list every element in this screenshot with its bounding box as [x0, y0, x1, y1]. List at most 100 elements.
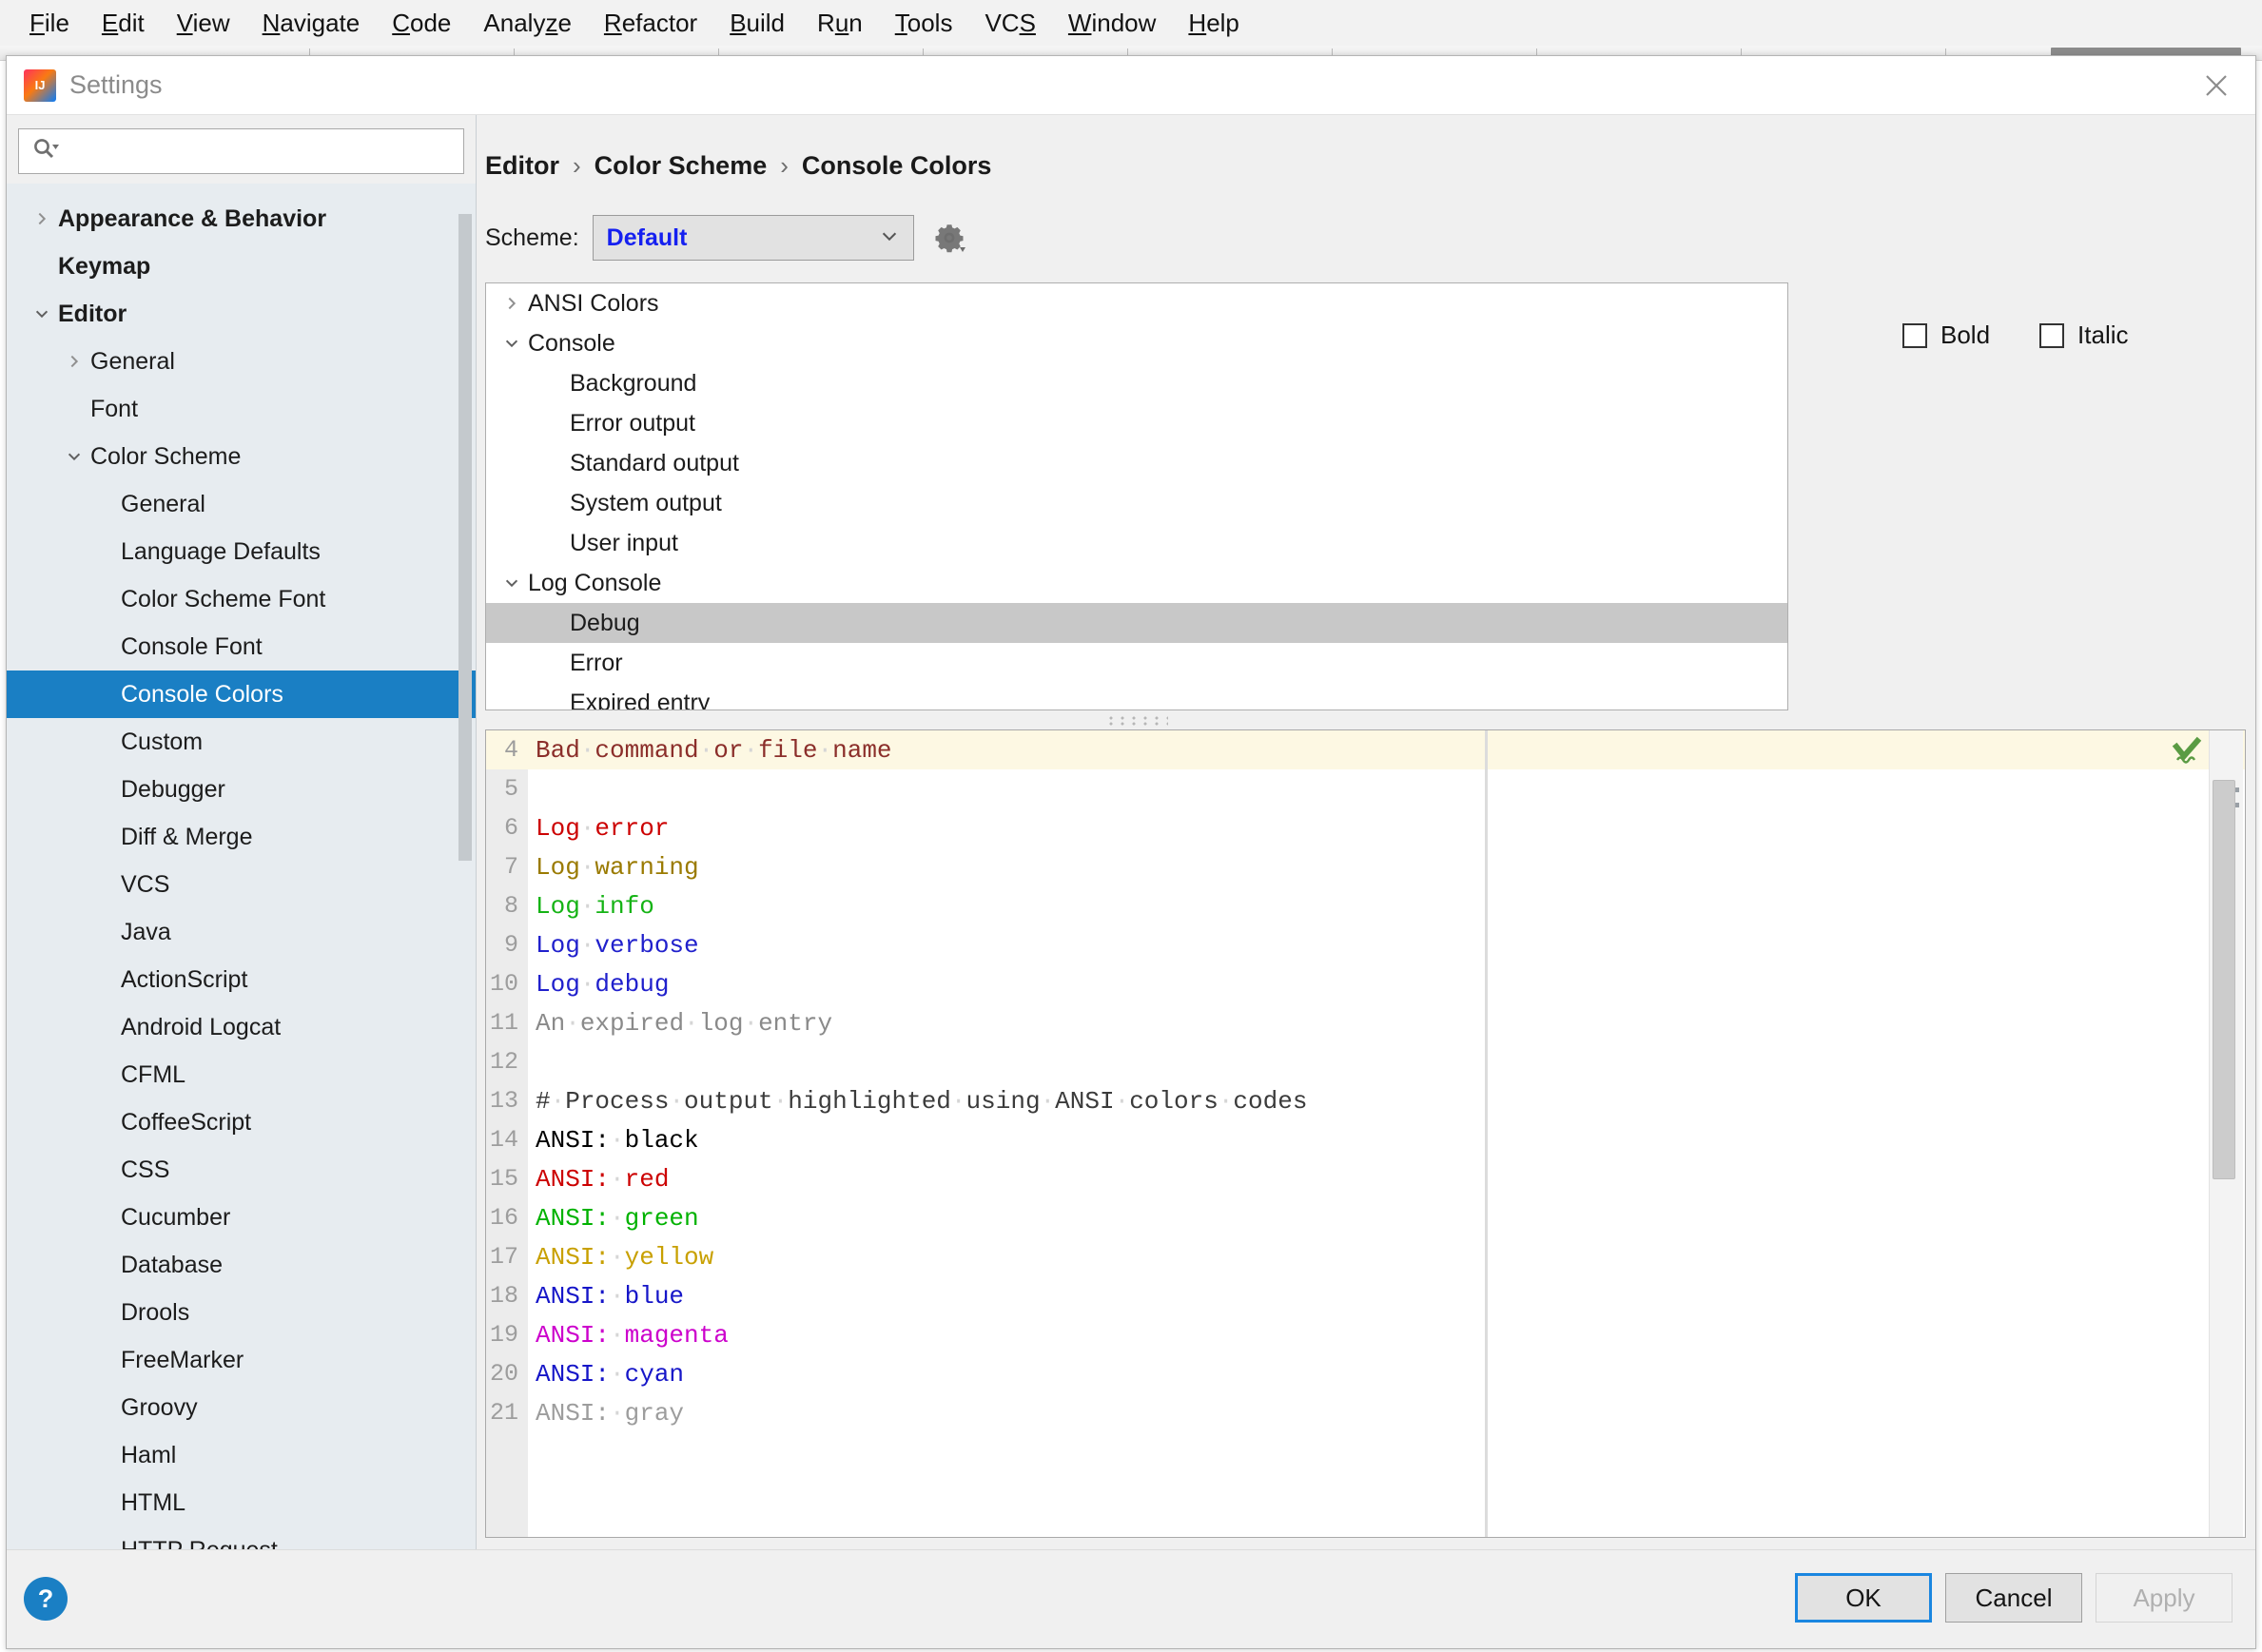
- apply-button[interactable]: Apply: [2096, 1573, 2233, 1623]
- sidebar-item-label: Color Scheme Font: [121, 585, 326, 612]
- line-number: 9: [503, 931, 518, 959]
- sidebar-item-cucumber[interactable]: Cucumber: [7, 1194, 476, 1241]
- menu-item-run[interactable]: Run: [801, 0, 879, 46]
- help-button[interactable]: ?: [24, 1577, 68, 1621]
- sidebar-item-groovy[interactable]: Groovy: [7, 1384, 476, 1431]
- color-tree-item-debug[interactable]: Debug: [486, 603, 1787, 643]
- chevron-down-icon[interactable]: [26, 305, 58, 322]
- chevron-right-icon[interactable]: [58, 353, 90, 370]
- code-line: 20 ANSI:·cyan: [486, 1354, 2245, 1393]
- chevron-right-icon[interactable]: [26, 210, 58, 227]
- code-text: #·Process·output·highlighted·using·ANSI·…: [536, 1086, 1308, 1116]
- sidebar-item-label: Custom: [121, 728, 204, 755]
- sidebar-item-cfml[interactable]: CFML: [7, 1051, 476, 1098]
- sidebar-item-actionscript[interactable]: ActionScript: [7, 956, 476, 1003]
- line-number: 12: [489, 1048, 518, 1076]
- sidebar-item-language-defaults[interactable]: Language Defaults: [7, 528, 476, 575]
- color-tree-item-label: System output: [570, 489, 722, 516]
- color-tree-item-user-input[interactable]: User input: [486, 523, 1787, 563]
- gear-icon[interactable]: [927, 216, 971, 260]
- color-tree-item-standard-output[interactable]: Standard output: [486, 443, 1787, 483]
- color-tree-item-error-output[interactable]: Error output: [486, 403, 1787, 443]
- sidebar-item-diff-merge[interactable]: Diff & Merge: [7, 813, 476, 861]
- sidebar-item-android-logcat[interactable]: Android Logcat: [7, 1003, 476, 1051]
- inspection-ok-icon[interactable]: [2171, 734, 2203, 767]
- close-icon[interactable]: [2194, 64, 2238, 107]
- menu-item-edit[interactable]: Edit: [86, 0, 161, 46]
- code-text: Log·error: [536, 813, 670, 843]
- chevron-down-icon[interactable]: [496, 574, 528, 592]
- sidebar-item-label: Database: [121, 1251, 224, 1278]
- sidebar-item-debugger[interactable]: Debugger: [7, 766, 476, 813]
- sidebar-item-custom[interactable]: Custom: [7, 718, 476, 766]
- sidebar-item-console-colors[interactable]: Console Colors: [7, 671, 476, 718]
- sidebar-item-color-scheme-font[interactable]: Color Scheme Font: [7, 575, 476, 623]
- chevron-down-icon[interactable]: [58, 448, 90, 465]
- editor-vertical-scrollbar[interactable]: [2213, 780, 2235, 1179]
- code-text: ANSI:·black: [536, 1125, 699, 1155]
- line-number: 20: [489, 1360, 518, 1388]
- chevron-right-icon[interactable]: [496, 295, 528, 312]
- sidebar-item-html[interactable]: HTML: [7, 1479, 476, 1526]
- bold-checkbox[interactable]: Bold: [1902, 321, 1990, 350]
- sidebar-item-vcs[interactable]: VCS: [7, 861, 476, 908]
- breadcrumb-part[interactable]: Editor: [485, 151, 559, 181]
- code-line: 4 Bad·command·or·file·name: [486, 730, 2245, 769]
- breadcrumb-part[interactable]: Console Colors: [802, 151, 992, 181]
- editor-code-area[interactable]: 4 Bad·command·or·file·name 5 6 Log·error 7 Log…: [486, 730, 2245, 1537]
- sidebar-item-color-scheme[interactable]: Color Scheme: [7, 433, 476, 480]
- ok-button[interactable]: OK: [1795, 1573, 1932, 1623]
- menu-item-vcs[interactable]: VCS: [968, 0, 1051, 46]
- code-line: 15 ANSI:·red: [486, 1159, 2245, 1198]
- cancel-button[interactable]: Cancel: [1945, 1573, 2082, 1623]
- color-tree-item-system-output[interactable]: System output: [486, 483, 1787, 523]
- sidebar-item-console-font[interactable]: Console Font: [7, 623, 476, 671]
- sidebar-item-database[interactable]: Database: [7, 1241, 476, 1289]
- sidebar-item-editor[interactable]: Editor: [7, 290, 476, 338]
- sidebar-item-label: Language Defaults: [121, 537, 321, 565]
- breadcrumb-part[interactable]: Color Scheme: [595, 151, 768, 181]
- color-tree-item-error[interactable]: Error: [486, 643, 1787, 683]
- search-input[interactable]: [59, 137, 463, 165]
- preview-vertical-divider: [1485, 730, 1488, 1537]
- color-tree-item-ansi-colors[interactable]: ANSI Colors: [486, 283, 1787, 323]
- chevron-down-icon[interactable]: [496, 335, 528, 352]
- code-line: 18 ANSI:·blue: [486, 1276, 2245, 1315]
- italic-checkbox[interactable]: Italic: [2039, 321, 2129, 350]
- color-tree-item-expired-entry[interactable]: Expired entry: [486, 683, 1787, 710]
- menu-item-code[interactable]: Code: [376, 0, 467, 46]
- sidebar-item-general[interactable]: General: [7, 338, 476, 385]
- sidebar-item-coffeescript[interactable]: CoffeeScript: [7, 1098, 476, 1146]
- sidebar-item-css[interactable]: CSS: [7, 1146, 476, 1194]
- code-line: 5: [486, 769, 2245, 808]
- color-tree-item-log-console[interactable]: Log Console: [486, 563, 1787, 603]
- sidebar-item-freemarker[interactable]: FreeMarker: [7, 1336, 476, 1384]
- sidebar-item-drools[interactable]: Drools: [7, 1289, 476, 1336]
- code-text: ANSI:·yellow: [536, 1242, 714, 1272]
- menu-item-refactor[interactable]: Refactor: [588, 0, 713, 46]
- code-text: ANSI:·red: [536, 1164, 670, 1194]
- menu-item-help[interactable]: Help: [1172, 0, 1255, 46]
- scheme-combobox[interactable]: Default: [592, 215, 914, 261]
- menu-item-tools[interactable]: Tools: [879, 0, 969, 46]
- sidebar-scrollbar[interactable]: [458, 214, 472, 861]
- search-box[interactable]: [18, 128, 464, 174]
- sidebar-item-keymap[interactable]: Keymap: [7, 243, 476, 290]
- color-tree-item-console[interactable]: Console: [486, 323, 1787, 363]
- menu-item-navigate[interactable]: Navigate: [246, 0, 377, 46]
- splitter-handle[interactable]: [485, 712, 1788, 729]
- line-number: 7: [503, 853, 518, 881]
- menu-item-window[interactable]: Window: [1052, 0, 1172, 46]
- sidebar-item-label: Drools: [121, 1298, 190, 1326]
- sidebar-item-appearance-behavior[interactable]: Appearance & Behavior: [7, 195, 476, 243]
- menu-item-build[interactable]: Build: [713, 0, 801, 46]
- menu-item-view[interactable]: View: [161, 0, 246, 46]
- sidebar-item-label: Editor: [58, 300, 127, 327]
- menu-item-file[interactable]: File: [13, 0, 86, 46]
- color-tree-item-background[interactable]: Background: [486, 363, 1787, 403]
- sidebar-item-general[interactable]: General: [7, 480, 476, 528]
- menu-item-analyze[interactable]: Analyze: [467, 0, 588, 46]
- sidebar-item-font[interactable]: Font: [7, 385, 476, 433]
- sidebar-item-haml[interactable]: Haml: [7, 1431, 476, 1479]
- sidebar-item-java[interactable]: Java: [7, 908, 476, 956]
